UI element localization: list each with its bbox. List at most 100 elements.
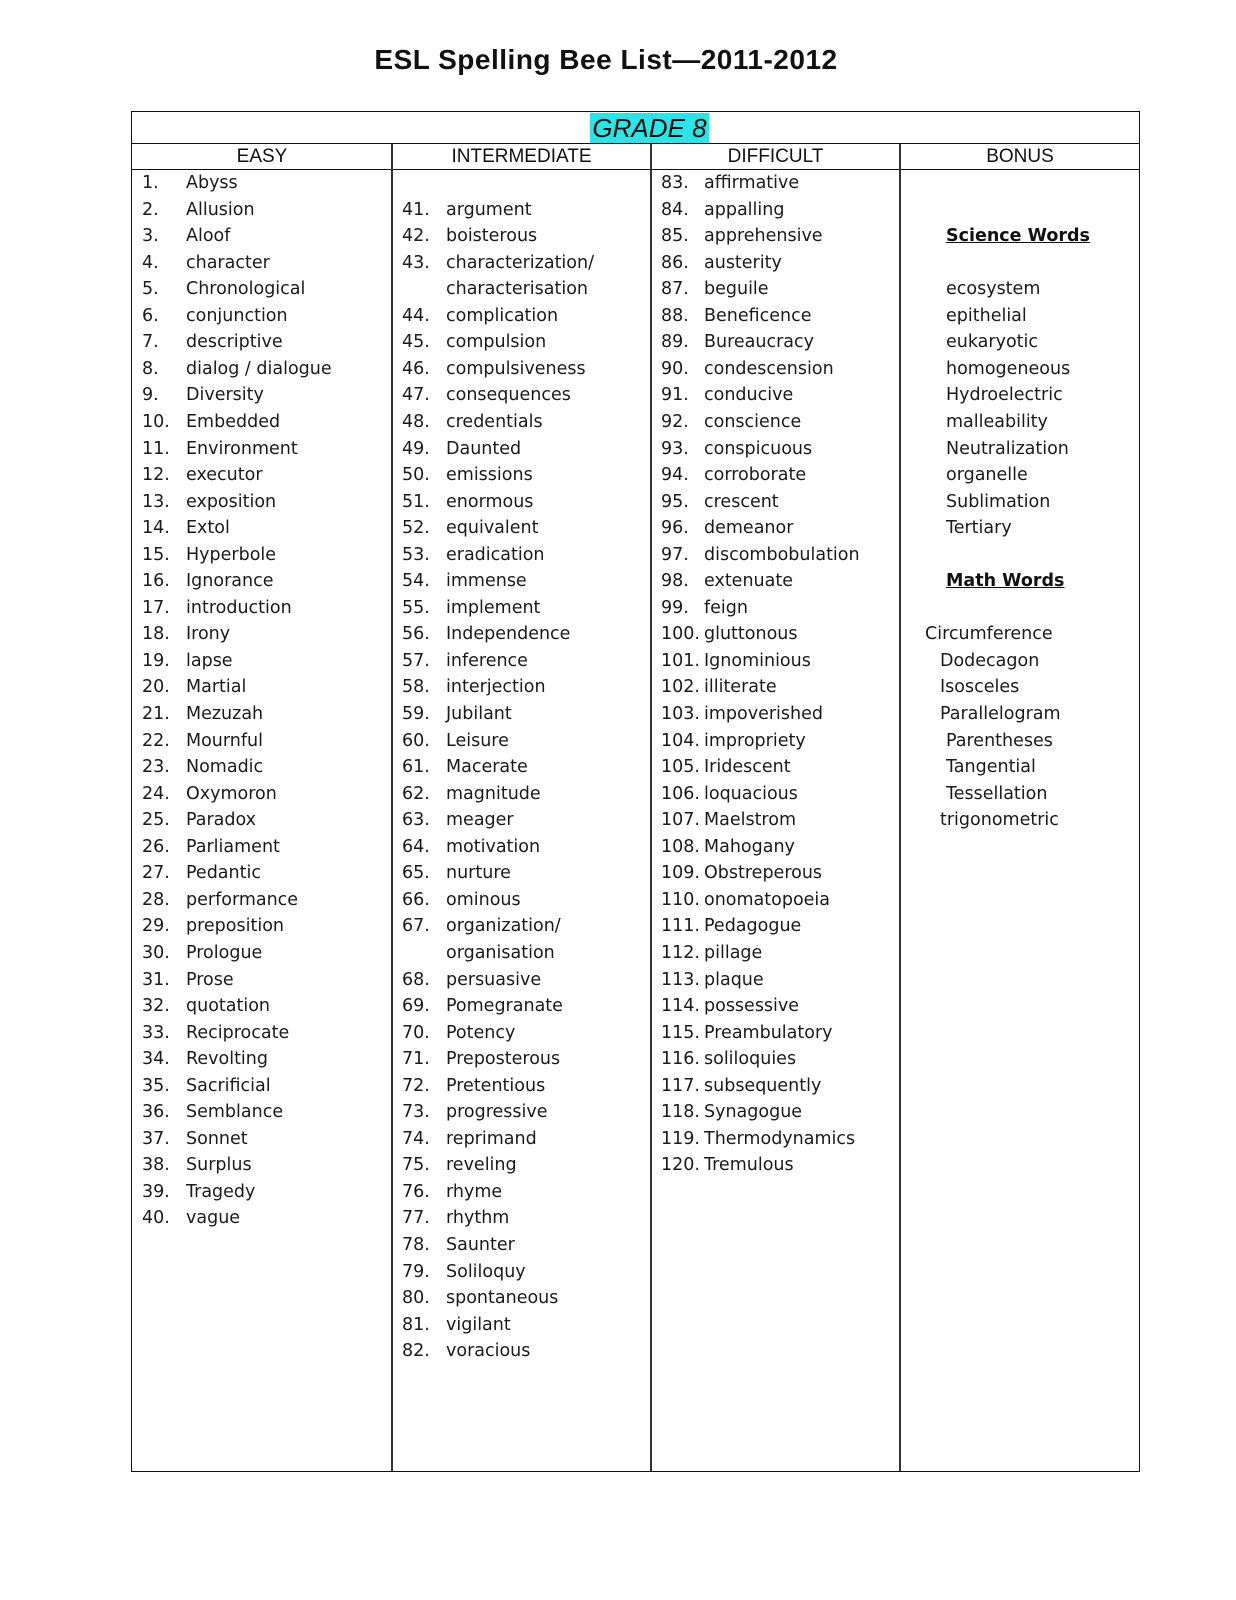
item-number: 45. bbox=[402, 332, 430, 353]
science-word: Hydroelectric bbox=[946, 385, 1063, 406]
item-number: 33. bbox=[142, 1022, 170, 1043]
science-words-heading: Science Words bbox=[946, 226, 1090, 247]
item-word: reveling bbox=[446, 1155, 517, 1176]
item-number: 108. bbox=[661, 836, 700, 857]
item-number: 119. bbox=[661, 1128, 700, 1149]
item-number: 59. bbox=[402, 704, 430, 724]
science-word: epithelial bbox=[946, 305, 1027, 326]
item-word: Independence bbox=[446, 624, 571, 645]
item-word: interjection bbox=[446, 677, 546, 698]
item-word: Ignorance bbox=[186, 571, 274, 592]
item-word: Jubilant bbox=[446, 704, 512, 724]
item-word: Abyss bbox=[186, 173, 238, 193]
item-number: 65. bbox=[402, 863, 430, 884]
item-word: Aloof bbox=[186, 226, 231, 247]
item-word: Semblance bbox=[186, 1102, 284, 1123]
item-number: 98. bbox=[661, 571, 689, 592]
item-number: 58. bbox=[402, 677, 430, 698]
item-number: 1. bbox=[142, 173, 159, 193]
item-number: 105. bbox=[661, 757, 700, 778]
item-word: Leisure bbox=[446, 730, 509, 751]
item-number: 26. bbox=[142, 836, 170, 857]
science-word: Sublimation bbox=[946, 491, 1051, 512]
item-word: motivation bbox=[446, 836, 541, 857]
item-number: 55. bbox=[402, 597, 430, 618]
item-number: 113. bbox=[661, 969, 700, 990]
item-number: 71. bbox=[402, 1049, 430, 1070]
item-word: Beneficence bbox=[704, 305, 812, 326]
item-number: 16. bbox=[142, 571, 170, 592]
item-number: 4. bbox=[142, 252, 159, 273]
item-word: gluttonous bbox=[704, 624, 798, 645]
item-number: 29. bbox=[142, 916, 170, 937]
item-word: Pedagogue bbox=[704, 916, 802, 937]
item-number: 51. bbox=[402, 491, 430, 512]
item-word: argument bbox=[446, 199, 532, 220]
item-word: apprehensive bbox=[704, 226, 823, 247]
item-word: Pedantic bbox=[186, 863, 261, 884]
item-number: 100. bbox=[661, 624, 700, 645]
item-word: pillage bbox=[704, 942, 763, 963]
math-word: Parallelogram bbox=[940, 704, 1061, 724]
item-number: 112. bbox=[661, 942, 700, 963]
item-number: 21. bbox=[142, 704, 170, 724]
math-word: trigonometric bbox=[940, 810, 1059, 831]
item-number: 31. bbox=[142, 969, 170, 990]
item-word: lapse bbox=[186, 650, 233, 671]
item-word: Sonnet bbox=[186, 1128, 248, 1149]
item-word: crescent bbox=[704, 491, 779, 512]
item-word: corroborate bbox=[704, 465, 807, 486]
item-word: subsequently bbox=[704, 1075, 822, 1096]
item-word: soliloquies bbox=[704, 1049, 797, 1070]
item-word: plaque bbox=[704, 969, 764, 990]
item-number: 8. bbox=[142, 358, 159, 379]
item-number: 66. bbox=[402, 889, 430, 910]
item-word: Revolting bbox=[186, 1049, 268, 1070]
item-word: nurture bbox=[446, 863, 511, 884]
item-number: 73. bbox=[402, 1102, 430, 1123]
item-number: 10. bbox=[142, 411, 170, 432]
item-word: Prologue bbox=[186, 942, 263, 963]
item-word: Iridescent bbox=[704, 757, 791, 778]
item-number: 25. bbox=[142, 810, 170, 831]
header-easy: EASY bbox=[236, 146, 288, 167]
item-word: demeanor bbox=[704, 518, 794, 539]
item-word: impropriety bbox=[704, 730, 806, 751]
item-word: rhyme bbox=[446, 1181, 503, 1202]
item-number: 80. bbox=[402, 1288, 430, 1309]
item-number: 91. bbox=[661, 385, 689, 406]
item-word: extenuate bbox=[704, 571, 793, 592]
item-word: Tragedy bbox=[186, 1181, 256, 1202]
item-word: characterization/ bbox=[446, 252, 594, 273]
item-number: 68. bbox=[402, 969, 430, 990]
item-word: affirmative bbox=[704, 173, 800, 193]
item-number: 52. bbox=[402, 518, 430, 539]
item-number: 20. bbox=[142, 677, 170, 698]
item-word: Mahogany bbox=[704, 836, 795, 857]
item-word: reprimand bbox=[446, 1128, 537, 1149]
item-number: 17. bbox=[142, 597, 170, 618]
item-word: Bureaucracy bbox=[704, 332, 815, 353]
item-word: organisation bbox=[446, 942, 555, 963]
item-number: 28. bbox=[142, 889, 170, 910]
item-number: 87. bbox=[661, 279, 689, 300]
item-number: 102. bbox=[661, 677, 700, 698]
item-number: 48. bbox=[402, 411, 430, 432]
item-word: dialog / dialogue bbox=[186, 358, 332, 379]
item-word: Parliament bbox=[186, 836, 280, 857]
item-number: 19. bbox=[142, 650, 170, 671]
item-word: feign bbox=[704, 597, 748, 618]
item-word: exposition bbox=[186, 491, 277, 512]
item-word: Oxymoron bbox=[186, 783, 277, 804]
item-number: 63. bbox=[402, 810, 430, 831]
item-number: 96. bbox=[661, 518, 689, 539]
science-word: eukaryotic bbox=[946, 332, 1039, 353]
item-number: 76. bbox=[402, 1181, 430, 1202]
item-number: 101. bbox=[661, 650, 700, 671]
item-word: Nomadic bbox=[186, 757, 264, 778]
item-word: Synagogue bbox=[704, 1102, 803, 1123]
item-word: implement bbox=[446, 597, 541, 618]
item-word: Ignominious bbox=[704, 650, 811, 671]
item-word: vigilant bbox=[446, 1314, 511, 1335]
item-number: 118. bbox=[661, 1102, 700, 1123]
